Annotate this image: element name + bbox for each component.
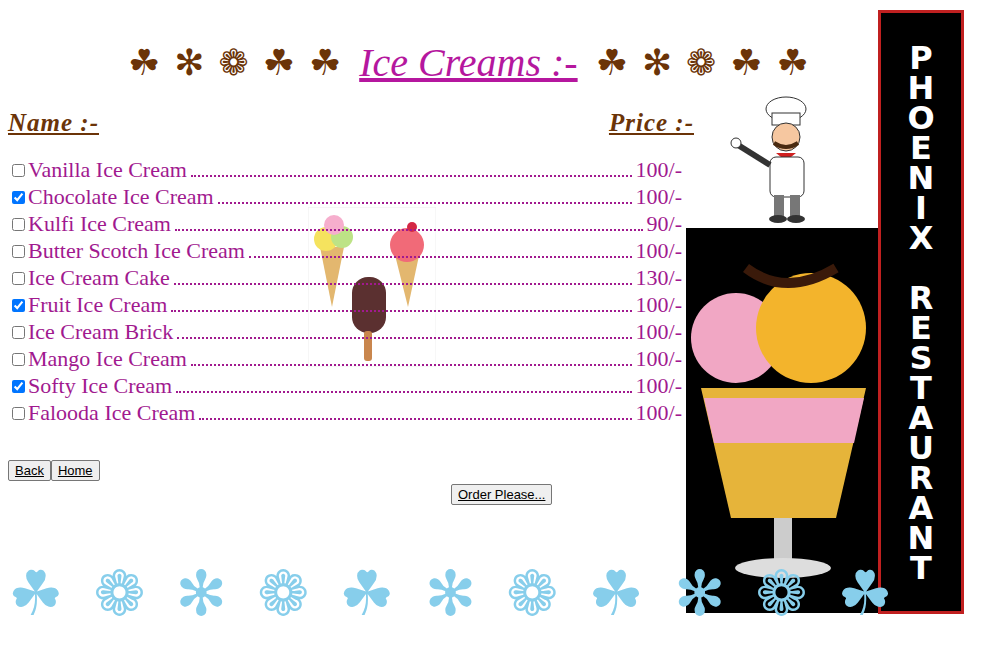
menu-item-row: Vanilla Ice Cream 100/- xyxy=(0,157,682,184)
order-button[interactable]: Order Please... xyxy=(451,484,552,505)
decoration-icon: ☘ xyxy=(777,45,809,81)
menu-item-row: Ice Cream Cake 130/- xyxy=(0,265,682,292)
nav-button[interactable]: Back xyxy=(8,460,51,481)
leader-dots xyxy=(199,418,631,420)
menu-item-row: Falooda Ice Cream 100/- xyxy=(0,400,682,427)
menu-item-row: Softy Ice Cream 100/- xyxy=(0,373,682,400)
item-checkbox[interactable] xyxy=(12,299,25,312)
item-name: Vanilla Ice Cream xyxy=(28,157,187,183)
item-price: 100/- xyxy=(636,157,682,183)
item-price: 100/- xyxy=(636,346,682,372)
item-name: Butter Scotch Ice Cream xyxy=(28,238,245,264)
item-list: Vanilla Ice Cream100/-Chocolate Ice Crea… xyxy=(0,157,682,427)
leader-dots xyxy=(171,310,631,312)
decoration-icon: ☘ xyxy=(309,45,341,81)
item-name: Softy Ice Cream xyxy=(28,373,172,399)
item-price: 100/- xyxy=(636,184,682,210)
menu-item-row: Chocolate Ice Cream 100/- xyxy=(0,184,682,211)
menu-item-row: Mango Ice Cream 100/- xyxy=(0,346,682,373)
column-headers: Name :- Price :- xyxy=(0,95,700,137)
sundae-photo-icon xyxy=(686,228,878,613)
decoration-icon: ☘ xyxy=(128,45,160,81)
decoration-icon: ☘ xyxy=(730,45,762,81)
leader-dots xyxy=(176,391,631,393)
item-price: 100/- xyxy=(636,238,682,264)
flower-icon: ✻ xyxy=(425,560,477,628)
footer-decorations: ☘ ❁ ✻ ❁ ☘ ✻ ❁ ☘ ✻ ❁ ☘ xyxy=(8,560,893,628)
brand-banner: PHOENIX RESTAURANT xyxy=(878,10,964,614)
leader-dots xyxy=(191,364,632,366)
decoration-icon: ✻ xyxy=(174,45,204,81)
item-price: 100/- xyxy=(636,292,682,318)
menu-page: ☘ ✻ ❁ ☘ ☘ Ice Creams :- ☘ ✻ ❁ ☘ ☘ Name :- Price :- Va… xyxy=(0,0,996,646)
decoration-icon: ☘ xyxy=(263,45,295,81)
item-checkbox[interactable] xyxy=(12,380,25,393)
flower-icon: ❁ xyxy=(257,560,309,628)
menu-item-row: Butter Scotch Ice Cream 100/- xyxy=(0,238,682,265)
item-checkbox[interactable] xyxy=(12,191,25,204)
flower-icon: ☘ xyxy=(339,560,395,628)
item-checkbox[interactable] xyxy=(12,326,25,339)
chef-icon xyxy=(726,95,836,225)
flower-icon: ☘ xyxy=(588,560,644,628)
item-name: Ice Cream Cake xyxy=(28,265,170,291)
menu-item-row: Ice Cream Brick 100/- xyxy=(0,319,682,346)
leader-dots xyxy=(249,256,632,258)
flower-icon: ❁ xyxy=(506,560,558,628)
leader-dots xyxy=(177,337,631,339)
decoration-icon: ☘ xyxy=(596,45,628,81)
decoration-icon: ❁ xyxy=(218,45,248,81)
item-price: 90/- xyxy=(647,211,682,237)
item-checkbox[interactable] xyxy=(12,407,25,420)
flower-icon: ☘ xyxy=(837,560,893,628)
leader-dots xyxy=(174,283,632,285)
item-checkbox[interactable] xyxy=(12,218,25,231)
nav-buttons: BackHome xyxy=(8,460,686,481)
item-name: Chocolate Ice Cream xyxy=(28,184,214,210)
item-name: Ice Cream Brick xyxy=(28,319,173,345)
item-name: Fruit Ice Cream xyxy=(28,292,167,318)
item-checkbox[interactable] xyxy=(12,245,25,258)
main-area: ☘ ✻ ❁ ☘ ☘ Ice Creams :- ☘ ✻ ❁ ☘ ☘ Name :- Price :- Va… xyxy=(0,0,878,646)
price-header: Price :- xyxy=(609,109,694,137)
flower-icon: ☘ xyxy=(8,560,64,628)
flower-icon: ✻ xyxy=(175,560,227,628)
decoration-icon: ❁ xyxy=(686,45,716,81)
leader-dots xyxy=(191,175,632,177)
item-name: Falooda Ice Cream xyxy=(28,400,195,426)
item-price: 100/- xyxy=(636,373,682,399)
decoration-icon: ✻ xyxy=(642,45,672,81)
title-row: ☘ ✻ ❁ ☘ ☘ Ice Creams :- ☘ ✻ ❁ ☘ ☘ xyxy=(0,0,878,95)
item-price: 130/- xyxy=(636,265,682,291)
item-checkbox[interactable] xyxy=(12,164,25,177)
item-price: 100/- xyxy=(636,319,682,345)
item-name: Mango Ice Cream xyxy=(28,346,187,372)
item-price: 100/- xyxy=(636,400,682,426)
item-name: Kulfi Ice Cream xyxy=(28,211,171,237)
name-header: Name :- xyxy=(8,109,99,137)
order-area: Order Please... xyxy=(451,484,686,505)
item-checkbox[interactable] xyxy=(12,353,25,366)
flower-icon: ❁ xyxy=(93,560,145,628)
flower-icon: ❁ xyxy=(756,560,808,628)
menu-item-row: Fruit Ice Cream 100/- xyxy=(0,292,682,319)
brand-name: PHOENIX RESTAURANT xyxy=(905,43,937,611)
leader-dots xyxy=(218,202,632,204)
page-title: Ice Creams :- xyxy=(359,41,577,85)
ice-cream-cartoon-icon xyxy=(308,207,436,367)
item-checkbox[interactable] xyxy=(12,272,25,285)
menu-item-row: Kulfi Ice Cream 90/- xyxy=(0,211,682,238)
leader-dots xyxy=(175,229,643,231)
nav-button[interactable]: Home xyxy=(51,460,100,481)
flower-icon: ✻ xyxy=(674,560,726,628)
